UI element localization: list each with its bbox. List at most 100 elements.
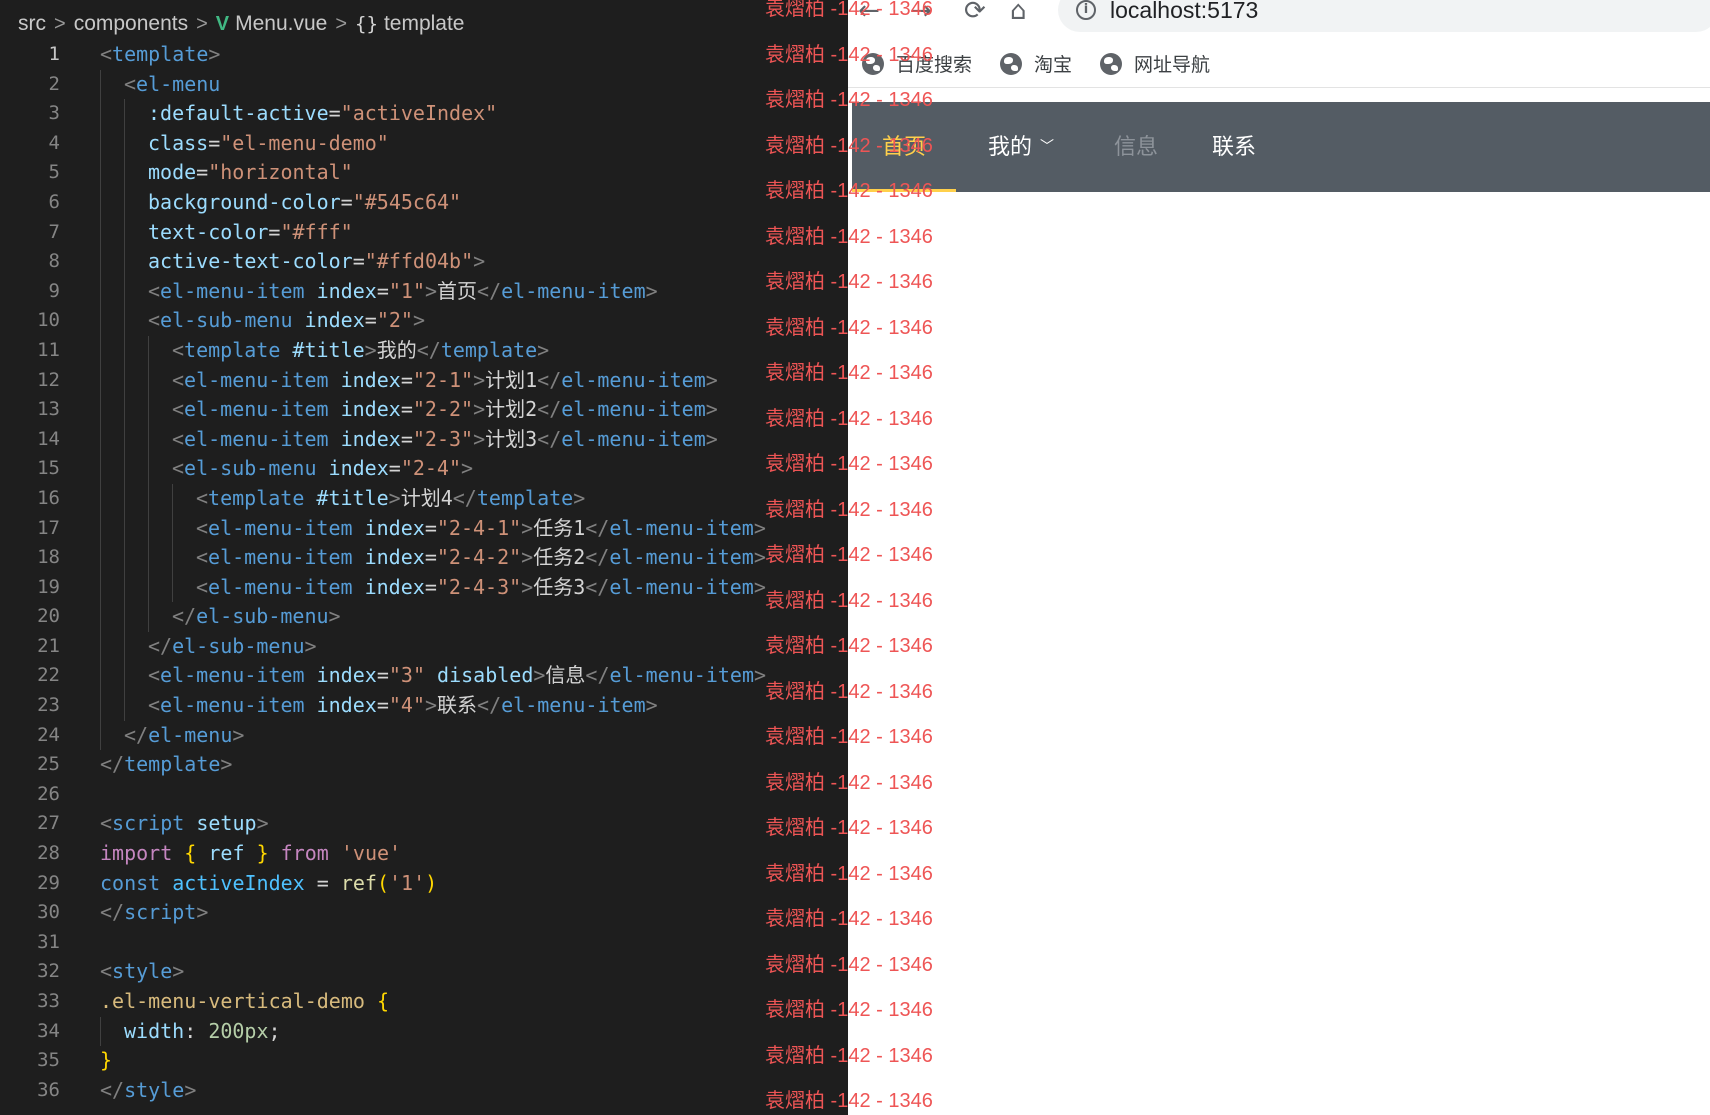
- code-token: >: [521, 545, 534, 570]
- address-url[interactable]: localhost:5173: [1110, 0, 1258, 24]
- code-line[interactable]: 34 width: 200px;: [0, 1016, 848, 1047]
- forward-icon[interactable]: →: [910, 0, 932, 26]
- bookmark-baidu[interactable]: 百度搜索: [862, 50, 972, 77]
- code-token: </: [452, 485, 477, 510]
- breadcrumb-components[interactable]: components: [74, 12, 188, 36]
- code-line[interactable]: 14 <el-menu-item index="2-3">计划3</el-menu…: [0, 424, 848, 455]
- code-line[interactable]: 21 </el-sub-menu>: [0, 631, 848, 662]
- code-token: "2-4": [400, 456, 462, 481]
- line-number: 18: [37, 546, 60, 569]
- code-line[interactable]: 26: [0, 780, 848, 810]
- code-line[interactable]: 18 <el-menu-item index="2-4-2">任务2</el-me…: [0, 543, 848, 573]
- code-line[interactable]: 19 <el-menu-item index="2-4-3">任务3</el-me…: [0, 572, 848, 603]
- code-line[interactable]: 36 </style>: [0, 1076, 848, 1106]
- code-token: =: [400, 367, 413, 392]
- code-token: >: [208, 42, 221, 66]
- code-line[interactable]: 10 <el-sub-menu index="2">: [0, 306, 848, 336]
- code-token: el-menu: [148, 722, 233, 747]
- indent-guide: [124, 543, 125, 573]
- code-text: </style>: [100, 1076, 196, 1106]
- code-text: <el-sub-menu index="2">: [148, 306, 425, 336]
- address-bar[interactable]: i localhost:5173: [1058, 0, 1710, 32]
- indent-guide: [124, 454, 125, 484]
- code-line[interactable]: 16 <template #title>计划4</template>: [0, 483, 848, 514]
- indent-guide: [124, 187, 125, 218]
- indent-guide: [100, 1016, 101, 1047]
- code-token: index: [316, 693, 377, 718]
- code-line[interactable]: 2 <el-menu: [0, 69, 848, 100]
- indent-guide: [172, 572, 173, 603]
- code-line[interactable]: 23 <el-menu-item index="4">联系</el-menu-it…: [0, 691, 848, 721]
- code-line[interactable]: 3:default-active="activeIndex": [0, 99, 848, 129]
- indent-guide: [100, 365, 101, 396]
- code-line[interactable]: 7 text-color="#fff": [0, 217, 848, 248]
- code-line[interactable]: 22 <el-menu-item index="3" disabled>信息</e…: [0, 661, 848, 692]
- code-line[interactable]: 29 const activeIndex = ref('1'): [0, 869, 848, 899]
- code-line[interactable]: 15 <el-sub-menu index="2-4">: [0, 454, 848, 484]
- code-token: "2-4-3": [436, 574, 522, 599]
- code-text: <el-menu-item index="2-4-3">任务3</el-menu…: [196, 573, 766, 603]
- code-line[interactable]: 25 </template>: [0, 750, 848, 780]
- code-token: >: [473, 249, 486, 274]
- code-token: index: [328, 456, 389, 481]
- bookmark-nav[interactable]: 网址导航: [1100, 50, 1210, 77]
- code-text: <template>: [100, 40, 220, 70]
- code-area[interactable]: 1 <template> 2 <el-menu 3:default-active="ac…: [0, 40, 848, 1105]
- code-token: </: [537, 426, 562, 451]
- code-line[interactable]: 24 </el-menu>: [0, 720, 848, 751]
- code-line[interactable]: 30 </script>: [0, 898, 848, 928]
- code-line[interactable]: 33 .el-menu-vertical-demo {: [0, 987, 848, 1017]
- code-line[interactable]: 28 import { ref } from 'vue': [0, 839, 848, 869]
- code-editor[interactable]: src > components > V Menu.vue > {} templ…: [0, 0, 848, 1115]
- code-text: </script>: [100, 898, 208, 928]
- code-token: ref: [208, 841, 245, 866]
- code-token: style: [124, 1077, 185, 1102]
- breadcrumb-symbol[interactable]: template: [384, 12, 465, 36]
- reload-icon[interactable]: ⟳: [964, 0, 986, 26]
- code-text: <el-menu-item index="2-2">计划2</el-menu-i…: [172, 395, 718, 425]
- line-number: 35: [37, 1049, 60, 1072]
- back-icon[interactable]: ←: [858, 0, 880, 26]
- home-icon[interactable]: ⌂: [1010, 0, 1027, 26]
- code-line[interactable]: 5 mode="horizontal": [0, 158, 848, 188]
- code-line[interactable]: 13 <el-menu-item index="2-2">计划2</el-menu…: [0, 395, 848, 425]
- menu-item-home[interactable]: 首页: [852, 102, 957, 192]
- code-token: "#ffd04b": [364, 249, 474, 274]
- bookmark-taobao[interactable]: 淘宝: [1000, 50, 1072, 77]
- code-line[interactable]: 9 <el-menu-item index="1">首页</el-menu-ite…: [0, 276, 848, 307]
- code-line[interactable]: 20 </el-sub-menu>: [0, 602, 848, 632]
- code-line[interactable]: 31: [0, 928, 848, 958]
- code-line[interactable]: 12 <el-menu-item index="2-1">计划1</el-menu…: [0, 365, 848, 396]
- line-number: 22: [37, 664, 60, 687]
- info-icon[interactable]: i: [1076, 0, 1096, 20]
- code-token: >: [705, 367, 718, 392]
- indent-guide: [124, 395, 125, 425]
- breadcrumb-src[interactable]: src: [18, 12, 46, 36]
- code-line[interactable]: 4 class="el-menu-demo": [0, 128, 848, 159]
- code-token: el-sub-menu: [172, 633, 305, 658]
- code-line[interactable]: 1 <template>: [0, 40, 848, 70]
- submenu-mine[interactable]: 我的 ﹀: [958, 102, 1084, 192]
- browser-toolbar: ← → ⟳ ⌂ i localhost:5173: [848, 0, 1710, 36]
- menu-item-contact[interactable]: 联系: [1182, 102, 1286, 192]
- breadcrumb-file[interactable]: Menu.vue: [235, 12, 327, 36]
- code-token: el-menu-item: [208, 545, 353, 570]
- code-token: mode: [148, 160, 197, 185]
- code-line[interactable]: 32 <style>: [0, 957, 848, 987]
- code-line[interactable]: 17 <el-menu-item index="2-4-1">任务1</el-me…: [0, 513, 848, 544]
- line-number: 33: [37, 990, 60, 1012]
- line-number: 11: [37, 338, 60, 361]
- code-token: el-menu-item: [208, 515, 353, 540]
- code-token: {: [184, 841, 197, 866]
- code-text: <el-menu-item index="4">联系</el-menu-item…: [148, 691, 658, 721]
- code-line[interactable]: 11 <template #title>我的</template>: [0, 335, 848, 366]
- code-line[interactable]: 27 <script setup>: [0, 809, 848, 839]
- code-text: width: 200px;: [124, 1017, 281, 1047]
- code-line[interactable]: 8 active-text-color="#ffd04b">: [0, 247, 848, 277]
- code-line[interactable]: 6 background-color="#545c64": [0, 187, 848, 218]
- indent-guide: [100, 247, 101, 277]
- code-token: "3": [388, 663, 425, 688]
- code-token: index: [316, 278, 377, 303]
- line-number: 36: [37, 1078, 60, 1101]
- code-line[interactable]: 35}: [0, 1046, 848, 1076]
